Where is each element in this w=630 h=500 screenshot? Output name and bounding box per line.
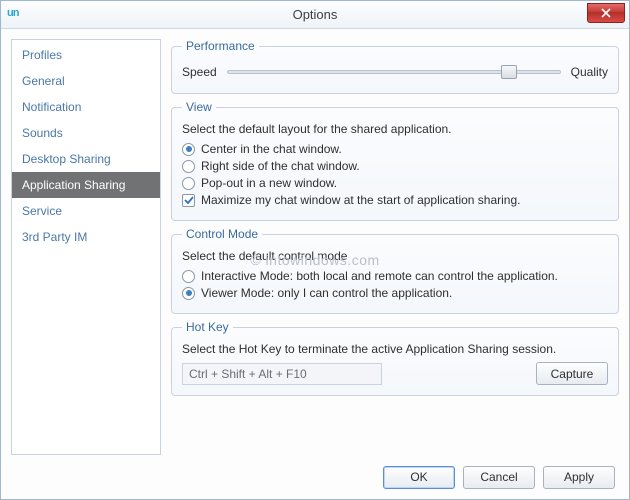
sidebar-item-3rd-party-im[interactable]: 3rd Party IM	[12, 224, 160, 250]
view-option-popout[interactable]: Pop-out in a new window.	[182, 176, 608, 190]
titlebar: un Options	[1, 1, 629, 29]
sidebar-item-notification[interactable]: Notification	[12, 94, 160, 120]
apply-button[interactable]: Apply	[543, 466, 615, 489]
view-desc: Select the default layout for the shared…	[182, 122, 608, 136]
sidebar-item-label: Notification	[22, 100, 81, 114]
sidebar-item-general[interactable]: General	[12, 68, 160, 94]
sidebar-item-service[interactable]: Service	[12, 198, 160, 224]
close-button[interactable]	[587, 3, 625, 23]
control-option-viewer[interactable]: Viewer Mode: only I can control the appl…	[182, 286, 608, 300]
option-label: Interactive Mode: both local and remote …	[201, 269, 558, 283]
performance-slider[interactable]	[227, 63, 561, 81]
speed-label: Speed	[182, 65, 217, 79]
control-mode-desc: Select the default control mode	[182, 249, 608, 263]
option-label: Right side of the chat window.	[201, 159, 360, 173]
app-logo-icon: un	[7, 7, 23, 23]
sidebar-item-label: 3rd Party IM	[22, 230, 87, 244]
control-mode-group: Control Mode Select the default control …	[171, 227, 619, 314]
sidebar-item-label: Desktop Sharing	[22, 152, 111, 166]
sidebar-item-sounds[interactable]: Sounds	[12, 120, 160, 146]
control-option-interactive[interactable]: Interactive Mode: both local and remote …	[182, 269, 608, 283]
view-group: View Select the default layout for the s…	[171, 100, 619, 221]
group-legend: Performance	[182, 39, 259, 53]
radio-icon	[182, 143, 195, 156]
group-legend: Control Mode	[182, 227, 262, 241]
hotkey-desc: Select the Hot Key to terminate the acti…	[182, 342, 608, 356]
option-label: Pop-out in a new window.	[201, 176, 337, 190]
group-legend: Hot Key	[182, 320, 233, 334]
close-icon	[601, 8, 611, 18]
sidebar-item-label: Profiles	[22, 48, 62, 62]
cancel-button[interactable]: Cancel	[463, 466, 535, 489]
radio-icon	[182, 160, 195, 173]
view-option-center[interactable]: Center in the chat window.	[182, 142, 608, 156]
sidebar: Profiles General Notification Sounds Des…	[11, 39, 161, 455]
options-dialog: un Options Profiles General Notification…	[0, 0, 630, 500]
sidebar-item-label: Service	[22, 204, 62, 218]
checkbox-icon	[182, 194, 195, 207]
sidebar-item-label: General	[22, 74, 65, 88]
radio-icon	[182, 287, 195, 300]
sidebar-item-application-sharing[interactable]: Application Sharing	[12, 172, 160, 198]
option-label: Center in the chat window.	[201, 142, 342, 156]
performance-group: Performance Speed Quality	[171, 39, 619, 94]
group-legend: View	[182, 100, 216, 114]
window-title: Options	[1, 7, 629, 22]
content-panel: Performance Speed Quality View Select th…	[171, 39, 619, 455]
sidebar-item-desktop-sharing[interactable]: Desktop Sharing	[12, 146, 160, 172]
sidebar-item-label: Sounds	[22, 126, 63, 140]
view-option-right[interactable]: Right side of the chat window.	[182, 159, 608, 173]
sidebar-item-label: Application Sharing	[22, 178, 125, 192]
dialog-footer: OK Cancel Apply	[1, 455, 629, 499]
option-label: Maximize my chat window at the start of …	[201, 193, 520, 207]
hotkey-input[interactable]	[182, 363, 382, 385]
radio-icon	[182, 270, 195, 283]
sidebar-item-profiles[interactable]: Profiles	[12, 42, 160, 68]
capture-button[interactable]: Capture	[536, 362, 608, 385]
option-label: Viewer Mode: only I can control the appl…	[201, 286, 452, 300]
quality-label: Quality	[571, 65, 608, 79]
hotkey-group: Hot Key Select the Hot Key to terminate …	[171, 320, 619, 396]
radio-icon	[182, 177, 195, 190]
slider-thumb[interactable]	[501, 65, 517, 79]
view-maximize-checkbox[interactable]: Maximize my chat window at the start of …	[182, 193, 608, 207]
ok-button[interactable]: OK	[383, 466, 455, 489]
